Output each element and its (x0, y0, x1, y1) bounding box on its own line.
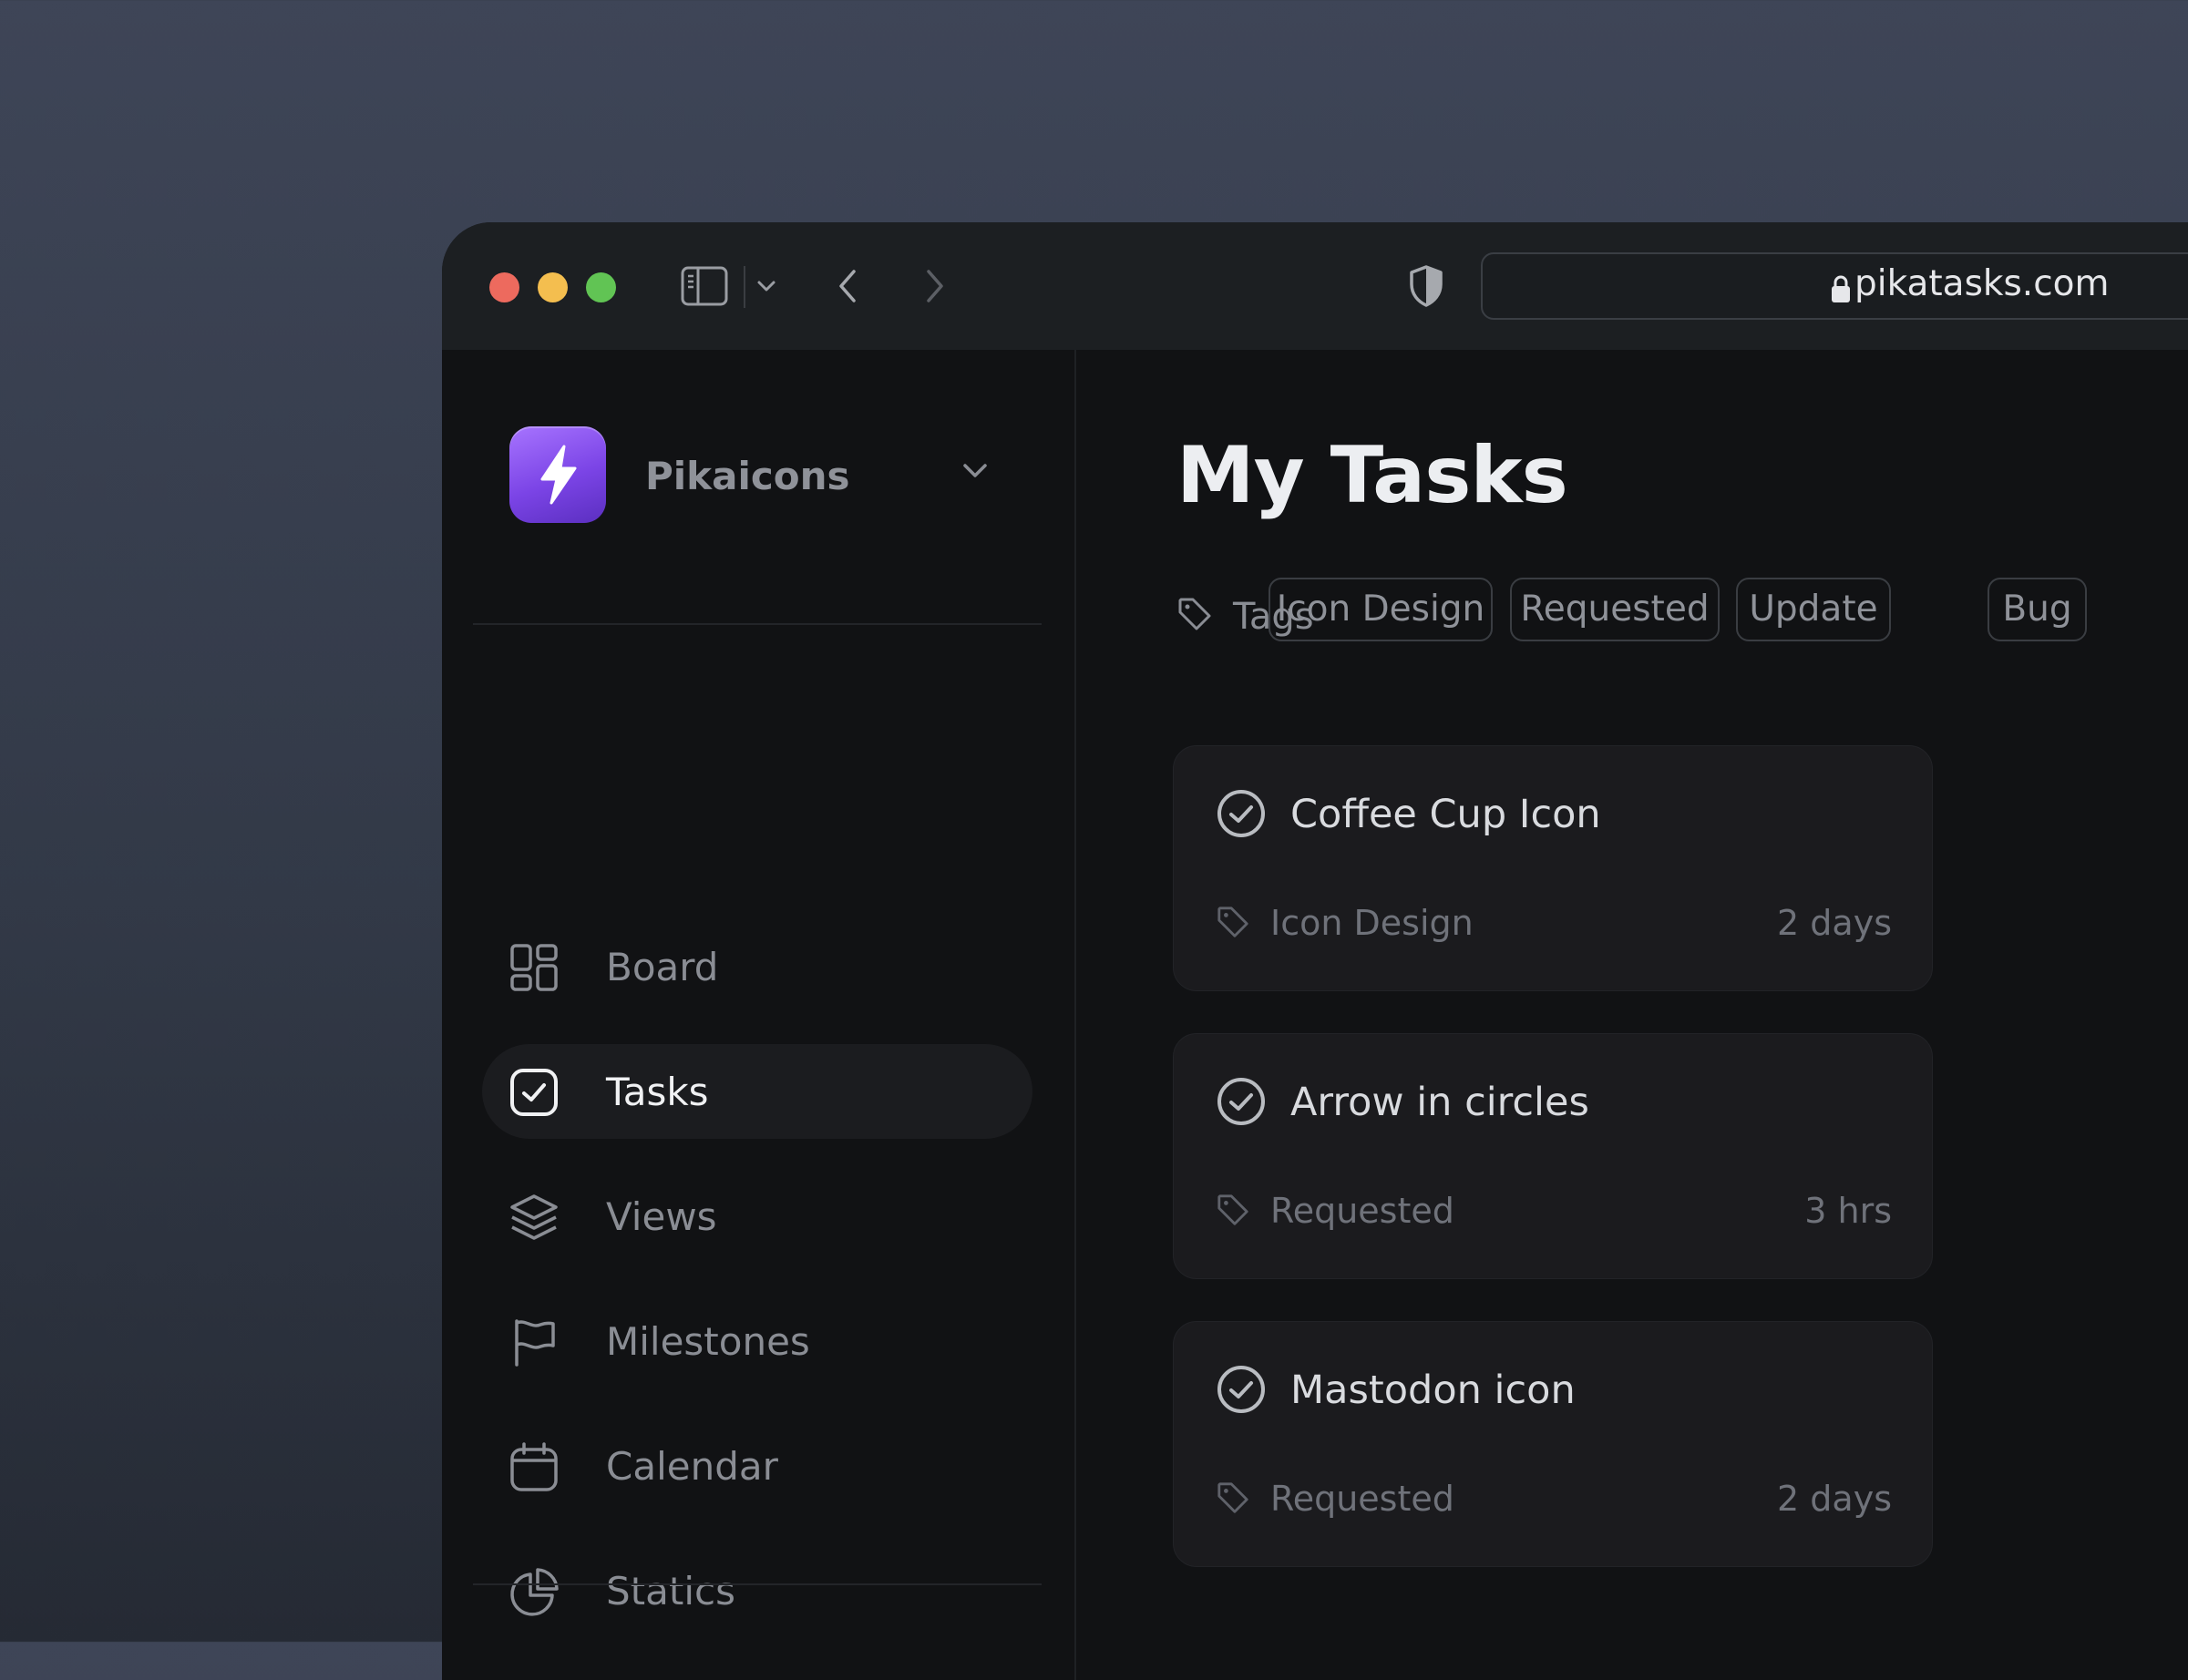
sidebar-item-label: Statics (606, 1569, 735, 1613)
tag-filter-update[interactable]: Update (1736, 578, 1891, 641)
sidebar-item-label: Milestones (606, 1319, 810, 1364)
board-grid-icon (510, 944, 558, 991)
pie-chart-icon (510, 1568, 559, 1616)
lightning-bolt-icon (540, 445, 577, 505)
sidebar-item-tasks[interactable]: Tasks (482, 1044, 1032, 1139)
tag-icon (1217, 1194, 1248, 1225)
workspace-chevron-down-icon[interactable] (960, 457, 991, 485)
sidebar-item-statics[interactable]: Statics (482, 1543, 1032, 1638)
task-tag: Icon Design (1270, 903, 1474, 943)
url-text: pikatasks.com (1854, 263, 2110, 304)
tag-icon (1217, 1482, 1248, 1513)
check-circle-icon[interactable] (1216, 1364, 1267, 1415)
sidebar-item-calendar[interactable]: Calendar (482, 1419, 1032, 1513)
layers-icon (510, 1194, 558, 1240)
calendar-icon (510, 1442, 558, 1491)
sidebar-item-label: Board (606, 945, 719, 989)
task-tag: Requested (1270, 1191, 1454, 1231)
flag-icon (515, 1319, 555, 1367)
browser-toolbar: pikatasks.com (442, 222, 2188, 350)
sidebar-item-milestones[interactable]: Milestones (482, 1294, 1032, 1388)
workspace-name[interactable]: Pikaicons (645, 454, 850, 498)
tag-icon (1217, 907, 1248, 937)
sidebar-bottom-divider (473, 1583, 1042, 1585)
sidebar-item-board[interactable]: Board (482, 919, 1032, 1014)
toolbar-divider (744, 266, 745, 308)
close-window-button[interactable] (489, 272, 519, 302)
minimize-window-button[interactable] (538, 272, 568, 302)
tag-filter-bug[interactable]: Bug (1988, 578, 2087, 641)
task-title: Arrow in circles (1290, 1080, 1589, 1125)
main-content: My Tasks Tags Icon Design Requested Upda… (1076, 350, 2188, 1680)
sidebar-divider (473, 623, 1042, 625)
maximize-window-button[interactable] (586, 272, 616, 302)
page-title: My Tasks (1176, 430, 1568, 521)
sidebar-item-views[interactable]: Views (482, 1169, 1032, 1264)
task-title: Coffee Cup Icon (1290, 792, 1601, 837)
task-card[interactable]: Coffee Cup Icon Icon Design 2 days (1173, 745, 1933, 991)
lock-icon (1832, 275, 1850, 302)
task-card[interactable]: Arrow in circles Requested 3 hrs (1173, 1033, 1933, 1279)
sidebar-item-label: Calendar (606, 1444, 778, 1489)
tag-icon (1178, 598, 1211, 630)
task-card[interactable]: Mastodon icon Requested 2 days (1173, 1321, 1933, 1567)
task-time: 3 hrs (1804, 1191, 1892, 1231)
chevron-right-icon[interactable] (921, 266, 949, 306)
sidebar-toggle-icon[interactable] (681, 266, 728, 306)
check-circle-icon[interactable] (1216, 788, 1267, 839)
task-time: 2 days (1777, 903, 1892, 943)
check-circle-icon[interactable] (1216, 1076, 1267, 1127)
tag-filter-icon-design[interactable]: Icon Design (1269, 578, 1493, 641)
browser-window: pikatasks.com Pikaicons Board Tasks View… (442, 222, 2188, 1680)
workspace-logo[interactable] (509, 426, 606, 523)
chevron-down-icon[interactable] (755, 277, 777, 295)
checkbox-icon (510, 1069, 558, 1116)
sidebar-item-label: Views (606, 1194, 717, 1239)
tag-filter-requested[interactable]: Requested (1510, 578, 1720, 641)
address-bar[interactable]: pikatasks.com (1481, 252, 2188, 320)
tags-filter-label: Tags (1176, 596, 1314, 638)
task-title: Mastodon icon (1290, 1368, 1576, 1413)
task-tag: Requested (1270, 1479, 1454, 1519)
task-time: 2 days (1777, 1479, 1892, 1519)
sidebar-item-label: Tasks (606, 1070, 709, 1114)
shield-icon[interactable] (1408, 264, 1444, 308)
chevron-left-icon[interactable] (834, 266, 861, 306)
